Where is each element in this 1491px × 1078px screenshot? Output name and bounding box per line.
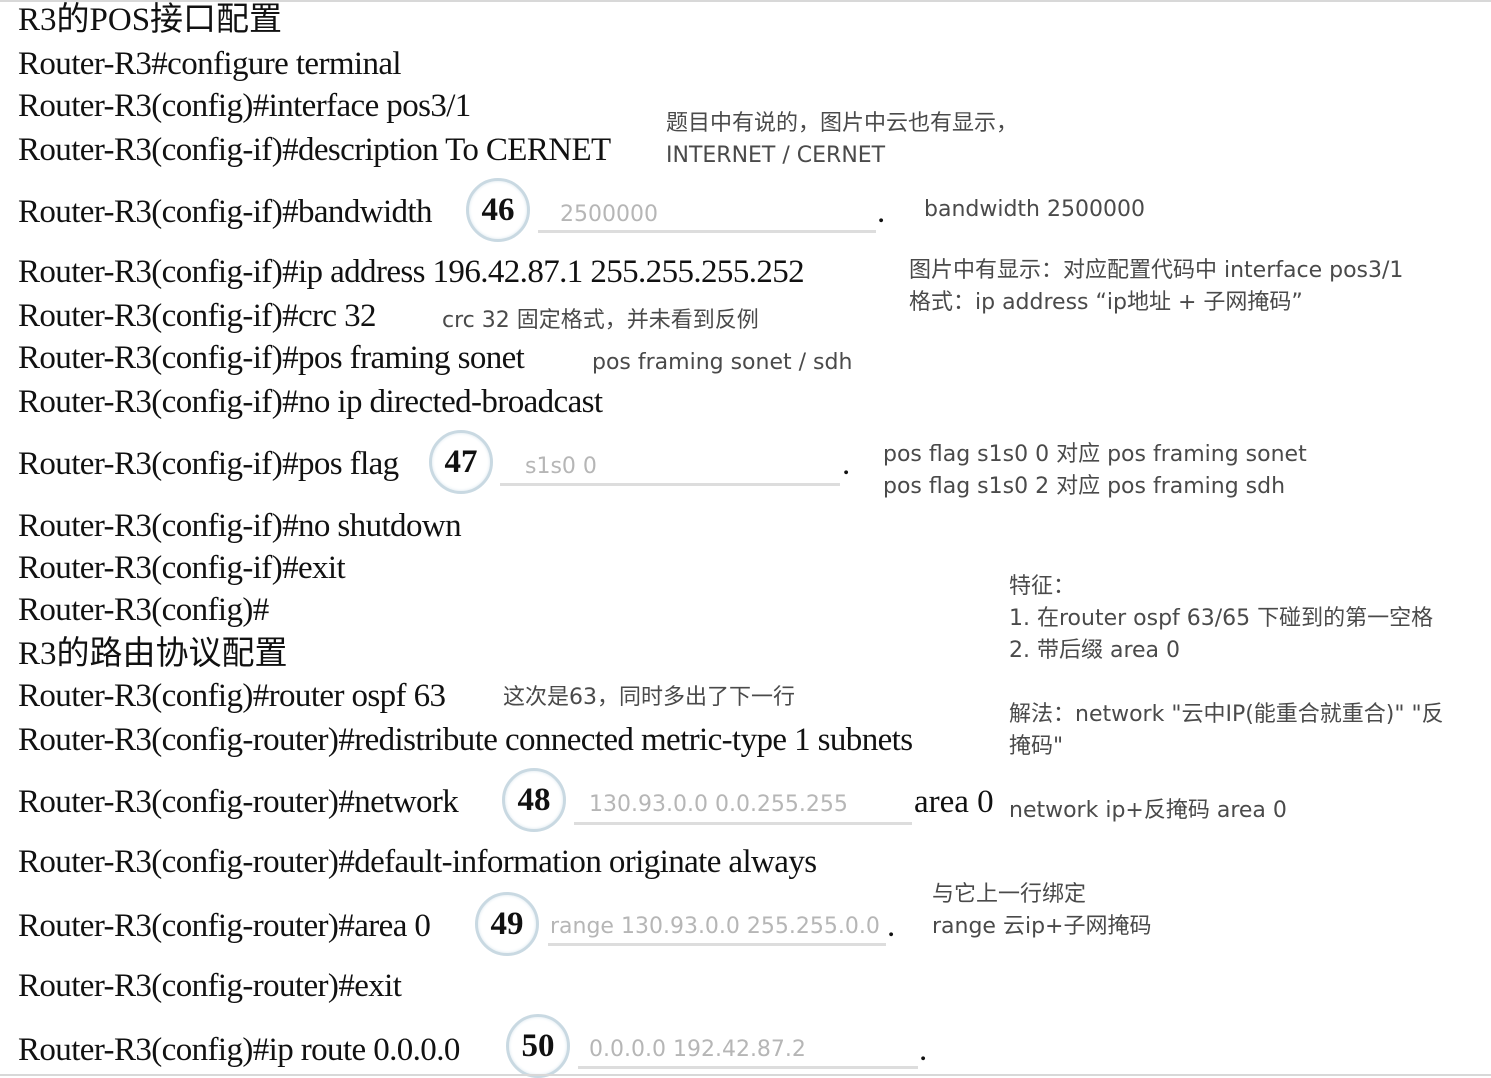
note-line: 与它上一行绑定	[932, 882, 1087, 907]
blank-answer: 0.0.0.0 192.42.87.2	[589, 1037, 806, 1062]
blank-underline	[574, 822, 912, 825]
command-line: Router-R3(config-router)#default-informa…	[18, 844, 817, 880]
command-line: Router-R3(config-if)#description To CERN…	[18, 132, 611, 168]
command-suffix: area 0	[914, 784, 994, 820]
note-line: pos flag s1s0 0 对应 pos framing sonet	[883, 442, 1307, 467]
blank-number-circle: 49	[475, 892, 539, 956]
note-line: INTERNET / CERNET	[666, 143, 886, 168]
command-line: Router-R3(config-router)#exit	[18, 968, 402, 1004]
note-line: 解法：network "云中IP(能重合就重合)" "反	[1009, 702, 1444, 727]
command-line: Router-R3(config-if)#exit	[18, 550, 346, 586]
blank-underline	[538, 230, 876, 233]
note-line: pos flag s1s0 2 对应 pos framing sdh	[883, 474, 1286, 499]
command-line: Router-R3(config-router)#area 0	[18, 908, 431, 944]
blank-underline	[548, 943, 886, 946]
note-line: bandwidth 2500000	[924, 197, 1145, 222]
blank-answer: s1s0 0	[525, 454, 597, 479]
blank-number-circle: 50	[506, 1014, 570, 1078]
command-line: Router-R3#configure terminal	[18, 46, 402, 82]
note-line: 特征：	[1009, 574, 1076, 599]
blank-end-mark: .	[877, 194, 886, 230]
command-line: Router-R3(config-if)#crc 32	[18, 298, 377, 334]
command-line: Router-R3(config)#interface pos3/1	[18, 88, 471, 124]
blank-answer: 130.93.0.0 0.0.255.255	[589, 792, 848, 817]
note-line: 题目中有说的，图片中云也有显示，	[666, 111, 1019, 136]
blank-end-mark: .	[919, 1032, 928, 1068]
note-line: 格式：ip address “ip地址 + 子网掩码”	[909, 290, 1303, 315]
note-line: crc 32 固定格式，并未看到反例	[442, 308, 759, 333]
blank-end-mark: .	[887, 908, 896, 944]
command-line: Router-R3(config)#ip route 0.0.0.0	[18, 1032, 460, 1068]
note-line: network ip+反掩码 area 0	[1009, 798, 1287, 823]
blank-underline	[578, 1066, 918, 1069]
note-line: 这次是63，同时多出了下一行	[503, 685, 795, 710]
command-line: Router-R3(config-if)#no shutdown	[18, 508, 462, 544]
note-line: 1. 在router ospf 63/65 下碰到的第一空格	[1009, 606, 1434, 631]
note-line: 2. 带后缀 area 0	[1009, 638, 1181, 663]
command-line: Router-R3(config-router)#redistribute co…	[18, 722, 913, 758]
command-line: Router-R3(config-if)#ip address 196.42.8…	[18, 254, 805, 290]
blank-number-circle: 47	[429, 430, 493, 494]
command-line: Router-R3(config-if)#pos framing sonet	[18, 340, 525, 376]
heading-routing-config: R3的路由协议配置	[18, 636, 288, 672]
command-line: Router-R3(config)#	[18, 592, 269, 628]
blank-number-circle: 48	[502, 768, 566, 832]
command-line: Router-R3(config-if)#pos flag	[18, 446, 399, 482]
blank-end-mark: .	[842, 446, 851, 482]
command-line: Router-R3(config-router)#network	[18, 784, 459, 820]
note-line: range 云ip+子网掩码	[932, 914, 1152, 939]
heading-pos-config: R3的POS接口配置	[18, 2, 283, 38]
command-line: Router-R3(config-if)#no ip directed-broa…	[18, 384, 603, 420]
command-line: Router-R3(config-if)#bandwidth	[18, 194, 433, 230]
blank-underline	[500, 483, 840, 486]
command-line: Router-R3(config)#router ospf 63	[18, 678, 446, 714]
blank-number-circle: 46	[466, 178, 530, 242]
document-page: R3的POS接口配置 Router-R3#configure terminal …	[0, 0, 1491, 1078]
note-line: pos framing sonet / sdh	[592, 350, 853, 375]
note-line: 图片中有显示：对应配置代码中 interface pos3/1	[909, 258, 1404, 283]
note-line: 掩码"	[1009, 734, 1064, 759]
blank-answer: range 130.93.0.0 255.255.0.0	[550, 914, 880, 939]
blank-answer: 2500000	[560, 202, 658, 227]
